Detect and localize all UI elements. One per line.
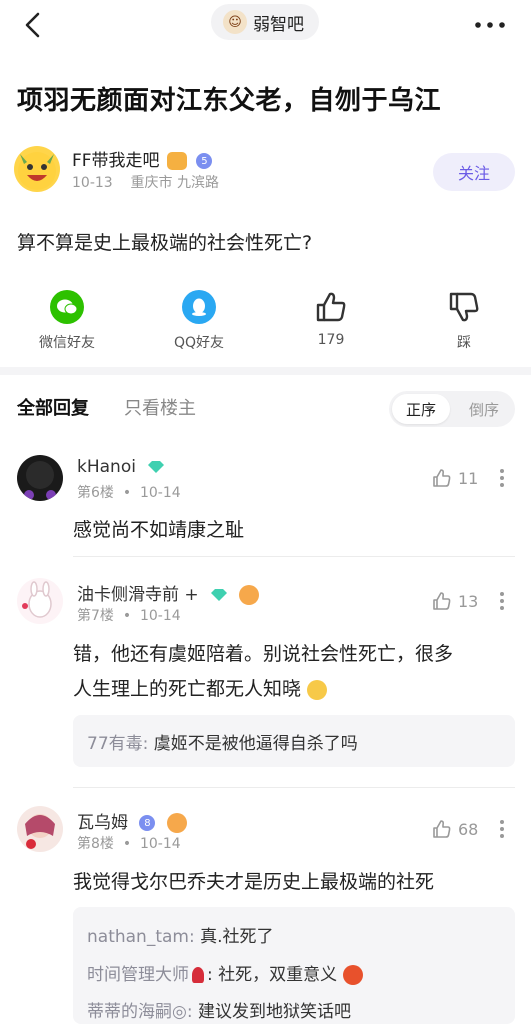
post-title: 项羽无颜面对江东父老，自刎于乌江 bbox=[17, 86, 442, 116]
thumbs-up-icon bbox=[433, 592, 451, 610]
author-name[interactable]: FF带我走吧 5 bbox=[72, 146, 213, 171]
author-meta: 10-13 重庆市 九滨路 bbox=[72, 175, 219, 191]
forum-name: 弱智吧 bbox=[253, 14, 304, 35]
level-badge: 5 bbox=[196, 153, 213, 169]
author-avatar[interactable] bbox=[14, 146, 60, 192]
section-divider bbox=[0, 367, 531, 375]
comment-text-line: 错，他还有虞姬陪着。别说社会性死亡，很多 bbox=[73, 643, 454, 665]
angry-emoji-icon bbox=[307, 679, 328, 700]
dislike-label: 踩 bbox=[457, 335, 471, 351]
sub-reply: nathan_tam: 真.社死了 bbox=[87, 927, 274, 947]
comment-meta: 第8楼 • 10-14 bbox=[77, 836, 181, 852]
comment-avatar[interactable] bbox=[17, 455, 63, 501]
thumbs-up-icon bbox=[433, 820, 451, 838]
share-wechat-label: 微信好友 bbox=[39, 335, 95, 351]
comment-like-button[interactable]: 11 bbox=[432, 468, 478, 488]
hug-emoji-icon bbox=[239, 585, 260, 605]
comment-more-icon[interactable] bbox=[492, 817, 512, 841]
comment-avatar[interactable] bbox=[17, 578, 63, 624]
comment-like-button[interactable]: 13 bbox=[432, 591, 478, 611]
comment-more-icon[interactable] bbox=[492, 589, 512, 613]
dislike-button[interactable]: 踩 bbox=[414, 290, 514, 352]
thumbs-down-icon bbox=[449, 292, 479, 322]
comment-text-line: 人生理上的死亡都无人知晓 bbox=[73, 672, 328, 706]
like-count: 179 bbox=[317, 332, 345, 348]
angry-emoji-icon bbox=[342, 965, 363, 985]
sort-descending-button[interactable]: 倒序 bbox=[456, 394, 512, 424]
comment-username[interactable]: kHanoi bbox=[77, 457, 165, 477]
qq-icon bbox=[182, 290, 216, 324]
comment-avatar[interactable] bbox=[17, 806, 63, 852]
share-qq-label: QQ好友 bbox=[173, 335, 225, 351]
like-button[interactable]: 179 bbox=[281, 290, 381, 348]
diamond-badge-icon bbox=[211, 589, 228, 601]
hug-emoji-icon bbox=[166, 813, 187, 833]
comment-meta: 第6楼 • 10-14 bbox=[77, 485, 181, 501]
diamond-badge-icon bbox=[148, 461, 165, 473]
sub-reply: 77有毒: 虞姬不是被他逼得自杀了吗 bbox=[87, 734, 358, 754]
comment-text: 感觉尚不如靖康之耻 bbox=[73, 519, 245, 541]
more-options-icon[interactable] bbox=[470, 10, 510, 40]
comment-separator bbox=[73, 787, 515, 788]
follow-button[interactable]: 关注 bbox=[433, 153, 515, 191]
comment-like-button[interactable]: 68 bbox=[432, 819, 478, 839]
comment-more-icon[interactable] bbox=[492, 466, 512, 490]
rose-emoji-icon bbox=[192, 967, 204, 983]
wechat-icon bbox=[50, 290, 84, 324]
level-badge: 8 bbox=[139, 815, 156, 831]
thumbs-up-icon bbox=[316, 292, 346, 322]
comment-username[interactable]: 油卡侧滑寺前 + bbox=[77, 580, 260, 605]
sub-reply: 时间管理大师: 社死，双重意义 bbox=[87, 960, 363, 985]
back-arrow-icon[interactable] bbox=[18, 10, 48, 40]
cat-emoji-icon bbox=[166, 152, 187, 170]
sort-ascending-button[interactable]: 正序 bbox=[392, 394, 450, 424]
comment-text: 我觉得戈尔巴乔夫才是历史上最极端的社死 bbox=[73, 871, 435, 893]
forum-name-pill[interactable]: ☺ 弱智吧 bbox=[211, 4, 319, 40]
comment-username[interactable]: 瓦乌姆 8 bbox=[77, 808, 187, 833]
share-wechat-button[interactable]: 微信好友 bbox=[17, 290, 117, 352]
forum-avatar-icon: ☺ bbox=[223, 10, 247, 34]
comment-separator bbox=[73, 556, 515, 557]
share-qq-button[interactable]: QQ好友 bbox=[149, 290, 249, 352]
post-body: 算不算是史上最极端的社会性死亡? bbox=[17, 232, 313, 254]
sub-reply: 蒂蒂的海嗣◎: 建议发到地狱笑话吧 bbox=[87, 1002, 351, 1022]
tab-op-only[interactable]: 只看楼主 bbox=[124, 394, 196, 420]
tab-all-replies[interactable]: 全部回复 bbox=[17, 394, 89, 420]
comment-meta: 第7楼 • 10-14 bbox=[77, 608, 181, 624]
thumbs-up-icon bbox=[433, 469, 451, 487]
